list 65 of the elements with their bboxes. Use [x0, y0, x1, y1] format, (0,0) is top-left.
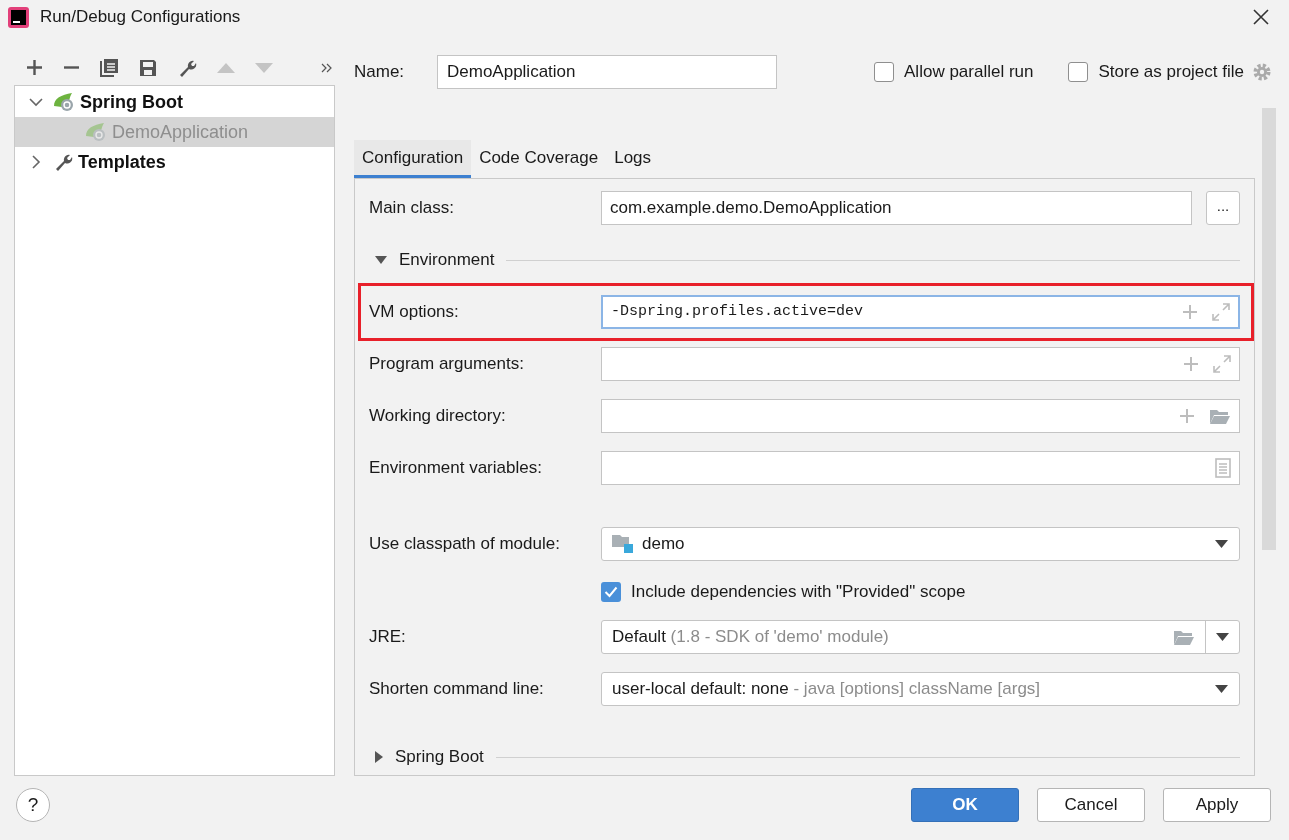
- chevron-down-icon[interactable]: [29, 97, 43, 107]
- scrollbar[interactable]: [1262, 108, 1276, 550]
- field-label: VM options:: [369, 301, 460, 324]
- dialog-button[interactable]: Apply: [1163, 788, 1271, 822]
- field-label: Program arguments:: [369, 353, 525, 376]
- dropdown-value: user-local default: none: [612, 679, 789, 699]
- dropdown-value: Default: [612, 627, 666, 647]
- checkbox[interactable]: [601, 582, 621, 602]
- save-icon[interactable]: [139, 58, 157, 77]
- field-label: Use classpath of module:: [369, 533, 561, 556]
- dropdown[interactable]: user-local default: none - java [options] className [args]: [601, 672, 1240, 706]
- field-label: Main class:: [369, 197, 456, 220]
- dropdown-value: demo: [642, 534, 685, 554]
- checkbox[interactable]: [1068, 62, 1089, 82]
- expand-icon[interactable]: [1212, 303, 1230, 321]
- app-logo-icon: [8, 6, 29, 28]
- dropdown[interactable]: Default (1.8 - SDK of 'demo' module): [601, 620, 1240, 654]
- folder-icon[interactable]: [1209, 407, 1231, 425]
- window-title: Run/Debug Configurations: [40, 6, 241, 29]
- dropdown-hint: (1.8 - SDK of 'demo' module): [670, 627, 889, 647]
- dropdown-arrow-icon[interactable]: [1215, 540, 1228, 548]
- browse-button[interactable]: ...: [1206, 191, 1240, 225]
- copy-icon[interactable]: [100, 58, 119, 77]
- tab[interactable]: Logs: [606, 140, 660, 178]
- more-icon[interactable]: [321, 62, 333, 73]
- checkbox-label: Allow parallel run: [904, 61, 1034, 84]
- dropdown-hint: - java [options] className [args]: [793, 679, 1041, 699]
- settings-icon[interactable]: [1252, 62, 1272, 82]
- triangle-down-icon[interactable]: [375, 256, 387, 264]
- tree-item[interactable]: Spring Boot: [15, 87, 334, 117]
- field-label: JRE:: [369, 626, 407, 649]
- leaf-gear-icon: [85, 122, 107, 142]
- input-field[interactable]: [601, 347, 1240, 381]
- folder-icon[interactable]: [1173, 628, 1195, 646]
- input-field[interactable]: [601, 399, 1240, 433]
- tree-item[interactable]: Templates: [15, 147, 334, 177]
- field-label: Environment variables:: [369, 457, 543, 480]
- tab[interactable]: Configuration: [354, 140, 472, 178]
- checkbox-label: Include dependencies with "Provided" scope: [631, 581, 966, 604]
- dropdown[interactable]: demo: [601, 527, 1240, 561]
- plus-icon[interactable]: [26, 59, 43, 76]
- ok-button[interactable]: OK: [911, 788, 1019, 822]
- input-field[interactable]: com.example.demo.DemoApplication: [601, 191, 1192, 225]
- name-label: Name:: [354, 61, 406, 84]
- module-folder-icon: [612, 534, 634, 554]
- field-label: Working directory:: [369, 405, 507, 428]
- expand-icon[interactable]: [1213, 355, 1231, 373]
- checkbox[interactable]: [874, 62, 895, 82]
- field-label: Shorten command line:: [369, 678, 545, 701]
- section-title[interactable]: Spring Boot: [395, 744, 484, 770]
- tab[interactable]: Code Coverage: [471, 140, 607, 178]
- dropdown-arrow-icon[interactable]: [1215, 685, 1228, 693]
- document-icon[interactable]: [1215, 458, 1231, 478]
- close-icon[interactable]: [1253, 9, 1269, 25]
- help-button[interactable]: ?: [16, 788, 50, 822]
- input-field[interactable]: [601, 451, 1240, 485]
- section-title[interactable]: Environment: [399, 247, 495, 273]
- name-field[interactable]: DemoApplication: [437, 55, 777, 89]
- leaf-gear-icon: [53, 92, 75, 112]
- chevron-right-icon[interactable]: [31, 155, 41, 169]
- dropdown-arrow-icon[interactable]: [1216, 633, 1229, 641]
- checkbox-label: Store as project file: [1098, 61, 1244, 84]
- dialog-button[interactable]: Cancel: [1037, 788, 1145, 822]
- triangle-right-icon[interactable]: [375, 751, 383, 763]
- input-field[interactable]: -Dspring.profiles.active=dev: [601, 295, 1240, 329]
